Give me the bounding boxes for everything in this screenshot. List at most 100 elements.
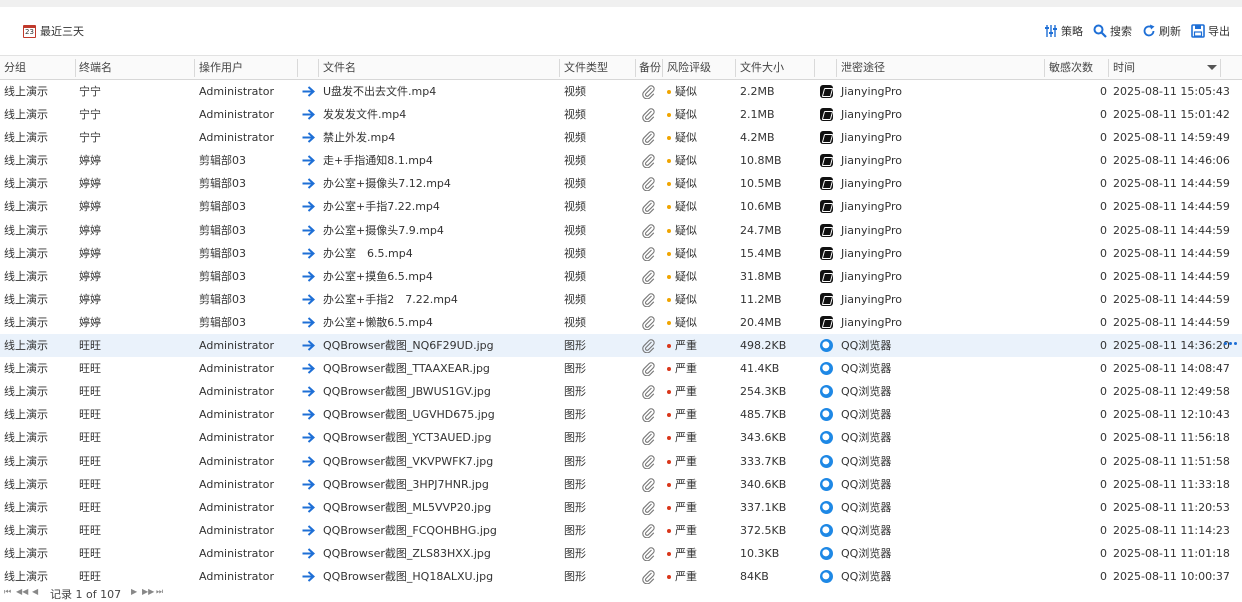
- col-header-filesize[interactable]: 文件大小: [740, 56, 784, 80]
- paperclip-icon[interactable]: [641, 246, 656, 264]
- paperclip-icon[interactable]: [641, 546, 656, 564]
- cell-terminal: 婷婷: [79, 269, 101, 283]
- col-divider[interactable]: [75, 59, 76, 77]
- col-divider[interactable]: [297, 59, 298, 77]
- top-strip: [0, 0, 1242, 7]
- paperclip-icon[interactable]: [641, 292, 656, 310]
- prev-page-group-button[interactable]: ◀◀: [16, 587, 28, 596]
- prev-page-button[interactable]: ◀: [32, 587, 38, 596]
- table-row[interactable]: 线上演示 婷婷 剪辑部03 办公室 6.5.mp4 视频 疑似 15.4MB Jianying…: [0, 242, 1242, 265]
- col-divider[interactable]: [1220, 59, 1221, 77]
- strategy-button[interactable]: 策略: [1044, 23, 1083, 39]
- qqbrowser-icon: [820, 500, 833, 514]
- table-row[interactable]: 线上演示 旺旺 Administrator QQBrowser截图_JBWUS1GV.…: [0, 380, 1242, 403]
- cell-filetype: 视频: [564, 154, 586, 168]
- cell-group: 线上演示: [4, 523, 48, 537]
- cell-count: 0: [1100, 108, 1107, 122]
- table-row[interactable]: 线上演示 婷婷 剪辑部03 办公室+摄像头7.12.mp4 视频 疑似 10.5MB Jian…: [0, 172, 1242, 195]
- paperclip-icon[interactable]: [641, 361, 656, 379]
- col-header-filename[interactable]: 文件名: [323, 56, 356, 80]
- col-divider[interactable]: [559, 59, 560, 77]
- paperclip-icon[interactable]: [641, 153, 656, 171]
- col-divider[interactable]: [836, 59, 837, 77]
- col-divider[interactable]: [662, 59, 663, 77]
- table-row[interactable]: 线上演示 宁宁 Administrator 禁止外发.mp4 视频 疑似 4.2MB Jian…: [0, 126, 1242, 149]
- col-divider[interactable]: [194, 59, 195, 77]
- outbound-arrow-icon: [302, 109, 315, 123]
- table-row[interactable]: 线上演示 旺旺 Administrator QQBrowser截图_FCQOHBHG.…: [0, 519, 1242, 542]
- table-row[interactable]: 线上演示 旺旺 Administrator QQBrowser截图_VKVPWFK7.…: [0, 450, 1242, 473]
- table-row[interactable]: 线上演示 旺旺 Administrator QQBrowser截图_ML5VVP20.…: [0, 496, 1242, 519]
- paperclip-icon[interactable]: [641, 454, 656, 472]
- first-page-button[interactable]: ⏮: [4, 587, 11, 597]
- col-header-count[interactable]: 敏感次数: [1049, 56, 1093, 80]
- col-header-user[interactable]: 操作用户: [199, 56, 243, 80]
- table-row[interactable]: 线上演示 婷婷 剪辑部03 办公室+摄像头7.9.mp4 视频 疑似 24.7MB Jiany…: [0, 219, 1242, 242]
- col-header-time[interactable]: 时间: [1113, 56, 1135, 80]
- paperclip-icon[interactable]: [641, 407, 656, 425]
- cell-count: 0: [1100, 385, 1107, 399]
- table-row[interactable]: 线上演示 婷婷 剪辑部03 办公室+摸鱼6.5.mp4 视频 疑似 31.8MB Jianyi…: [0, 265, 1242, 288]
- paperclip-icon[interactable]: [641, 500, 656, 518]
- table-row[interactable]: 线上演示 婷婷 剪辑部03 办公室+手指7.22.mp4 视频 疑似 10.6MB Jiany…: [0, 195, 1242, 218]
- col-divider[interactable]: [1044, 59, 1045, 77]
- cell-risk: 严重: [675, 339, 697, 353]
- col-header-risk[interactable]: 风险评级: [667, 56, 711, 80]
- refresh-button[interactable]: 刷新: [1142, 23, 1181, 39]
- paperclip-icon[interactable]: [641, 84, 656, 102]
- cell-time: 2025-08-11 11:56:18: [1113, 431, 1230, 445]
- table-row[interactable]: 线上演示 宁宁 Administrator U盘发不出去文件.mp4 视频 疑似 2.2MB…: [0, 80, 1242, 103]
- table-row[interactable]: 线上演示 旺旺 Administrator QQBrowser截图_3HPJ7HNR.…: [0, 473, 1242, 496]
- table-row[interactable]: 线上演示 旺旺 Administrator QQBrowser截图_TTAAXEAR.…: [0, 357, 1242, 380]
- col-header-channel[interactable]: 泄密途径: [841, 56, 885, 80]
- export-button[interactable]: 导出: [1191, 23, 1230, 39]
- col-header-backup[interactable]: 备份: [639, 56, 661, 80]
- paperclip-icon[interactable]: [641, 107, 656, 125]
- col-divider[interactable]: [318, 59, 319, 77]
- cell-filename: QQBrowser截图_ML5VVP20.jpg: [323, 500, 492, 514]
- paperclip-icon[interactable]: [641, 315, 656, 333]
- table-row[interactable]: 线上演示 旺旺 Administrator QQBrowser截图_NQ6F29UD.…: [0, 334, 1242, 358]
- next-page-button[interactable]: ▶: [131, 587, 137, 596]
- cell-filesize: 10.5MB: [740, 177, 782, 191]
- table-row[interactable]: 线上演示 婷婷 剪辑部03 办公室+手指2 7.22.mp4 视频 疑似 11.2MB Jia…: [0, 288, 1242, 311]
- table-row[interactable]: 线上演示 婷婷 剪辑部03 办公室+懒散6.5.mp4 视频 疑似 20.4MB Jianyi…: [0, 311, 1242, 334]
- last-page-button[interactable]: ⏭: [156, 587, 163, 597]
- paperclip-icon[interactable]: [641, 477, 656, 495]
- col-divider[interactable]: [814, 59, 815, 77]
- sort-descending-icon[interactable]: [1207, 65, 1217, 70]
- paperclip-icon[interactable]: [641, 130, 656, 148]
- qqbrowser-icon: [820, 523, 833, 537]
- cell-terminal: 旺旺: [79, 339, 101, 353]
- cell-terminal: 婷婷: [79, 200, 101, 214]
- cell-filesize: 254.3KB: [740, 385, 787, 399]
- col-divider[interactable]: [1108, 59, 1109, 77]
- paperclip-icon[interactable]: [641, 176, 656, 194]
- capcut-icon: [820, 292, 833, 306]
- next-page-group-button[interactable]: ▶▶: [142, 587, 154, 596]
- cell-filesize: 41.4KB: [740, 362, 780, 376]
- col-header-terminal[interactable]: 终端名: [79, 56, 112, 80]
- paperclip-icon[interactable]: [641, 199, 656, 217]
- table-row[interactable]: 线上演示 旺旺 Administrator QQBrowser截图_YCT3AUED.…: [0, 426, 1242, 449]
- paperclip-icon[interactable]: [641, 430, 656, 448]
- search-button[interactable]: 搜索: [1093, 23, 1132, 39]
- table-row[interactable]: 线上演示 旺旺 Administrator QQBrowser截图_ZLS83HXX.…: [0, 542, 1242, 565]
- cell-channel: JianyingPro: [841, 246, 902, 260]
- table-row[interactable]: 线上演示 婷婷 剪辑部03 走+手指通知8.1.mp4 视频 疑似 10.8MB Jianyi…: [0, 149, 1242, 172]
- col-divider[interactable]: [735, 59, 736, 77]
- col-header-filetype[interactable]: 文件类型: [564, 56, 608, 80]
- table-row[interactable]: 线上演示 宁宁 Administrator 发发发文件.mp4 视频 疑似 2.1MB Jia…: [0, 103, 1242, 126]
- paperclip-icon[interactable]: [641, 338, 656, 356]
- cell-filesize: 20.4MB: [740, 315, 782, 329]
- date-range-button[interactable]: 23 最近三天: [23, 23, 84, 39]
- more-options-icon[interactable]: [1224, 342, 1237, 346]
- table-row[interactable]: 线上演示 旺旺 Administrator QQBrowser截图_UGVHD675.…: [0, 403, 1242, 426]
- paperclip-icon[interactable]: [641, 384, 656, 402]
- paperclip-icon[interactable]: [641, 269, 656, 287]
- col-header-group[interactable]: 分组: [4, 56, 26, 80]
- paperclip-icon[interactable]: [641, 223, 656, 241]
- paperclip-icon[interactable]: [641, 523, 656, 541]
- col-divider[interactable]: [635, 59, 636, 77]
- cell-risk: 严重: [675, 523, 697, 537]
